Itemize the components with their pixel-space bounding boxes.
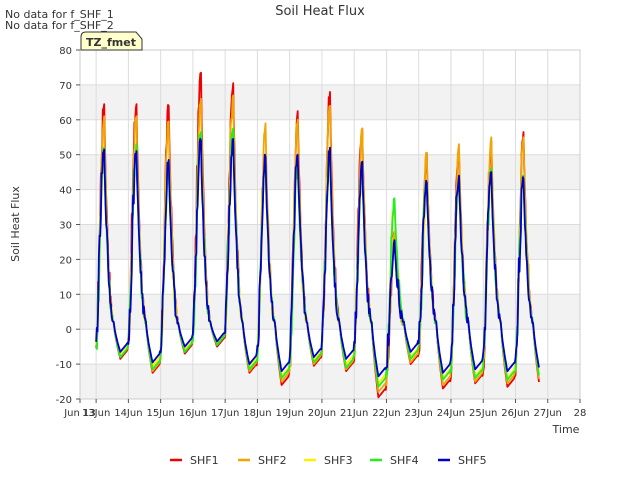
chart-title: Soil Heat Flux [275,4,365,19]
x-tick-label: 15Jun [146,408,174,419]
legend-label: SHF1 [190,454,219,467]
x-tick-label: 27Jun [534,408,562,419]
x-tick-label: 19Jun [275,408,303,419]
x-tick-label: 23Jun [405,408,433,419]
y-tick-label: -10 [56,360,72,371]
x-tick-label: 14Jun [114,408,142,419]
tz-badge-label: TZ_fmet [86,36,136,49]
legend-label: SHF2 [258,454,287,467]
x-tick-label: 17Jun [211,408,239,419]
y-tick-label: -20 [56,395,72,406]
legend-label: SHF5 [458,454,487,467]
y-tick-label: 70 [59,81,72,92]
x-tick-label: 24Jun [437,408,465,419]
y-tick-label: 40 [59,186,72,197]
x-tick-label: 25Jun [469,408,497,419]
soil-heat-flux-chart: -20-1001020304050607080 Jun 1313Jun 14Jun… [0,0,640,480]
y-tick-label: 60 [59,116,72,127]
x-tick-label: 22Jun [372,408,400,419]
legend-label: SHF3 [324,454,353,467]
y-tick-label: 50 [59,151,72,162]
x-tick-label: 16Jun [179,408,207,419]
x-tick-label: 28 [574,408,587,419]
x-tick-label: 13Jun [82,408,110,419]
y-tick-label: 30 [59,221,72,232]
y-tick-label: 10 [59,290,72,301]
x-tick-label: 18Jun [243,408,271,419]
x-tick-label: 20Jun [308,408,336,419]
x-tick-label: 21Jun [340,408,368,419]
legend-label: SHF4 [390,454,419,467]
x-axis-label: Time [552,423,580,436]
y-axis-label: Soil Heat Flux [9,186,22,262]
grid-band [80,294,580,330]
y-tick-label: 80 [59,46,72,57]
tz-badge: TZ_fmet [80,31,143,51]
y-tick-label: 0 [66,325,72,336]
grid-band [80,224,580,260]
x-tick-label: 26Jun [501,408,529,419]
y-tick-label: 20 [59,255,72,266]
note-line-2: No data for f_SHF_2 [5,19,114,32]
